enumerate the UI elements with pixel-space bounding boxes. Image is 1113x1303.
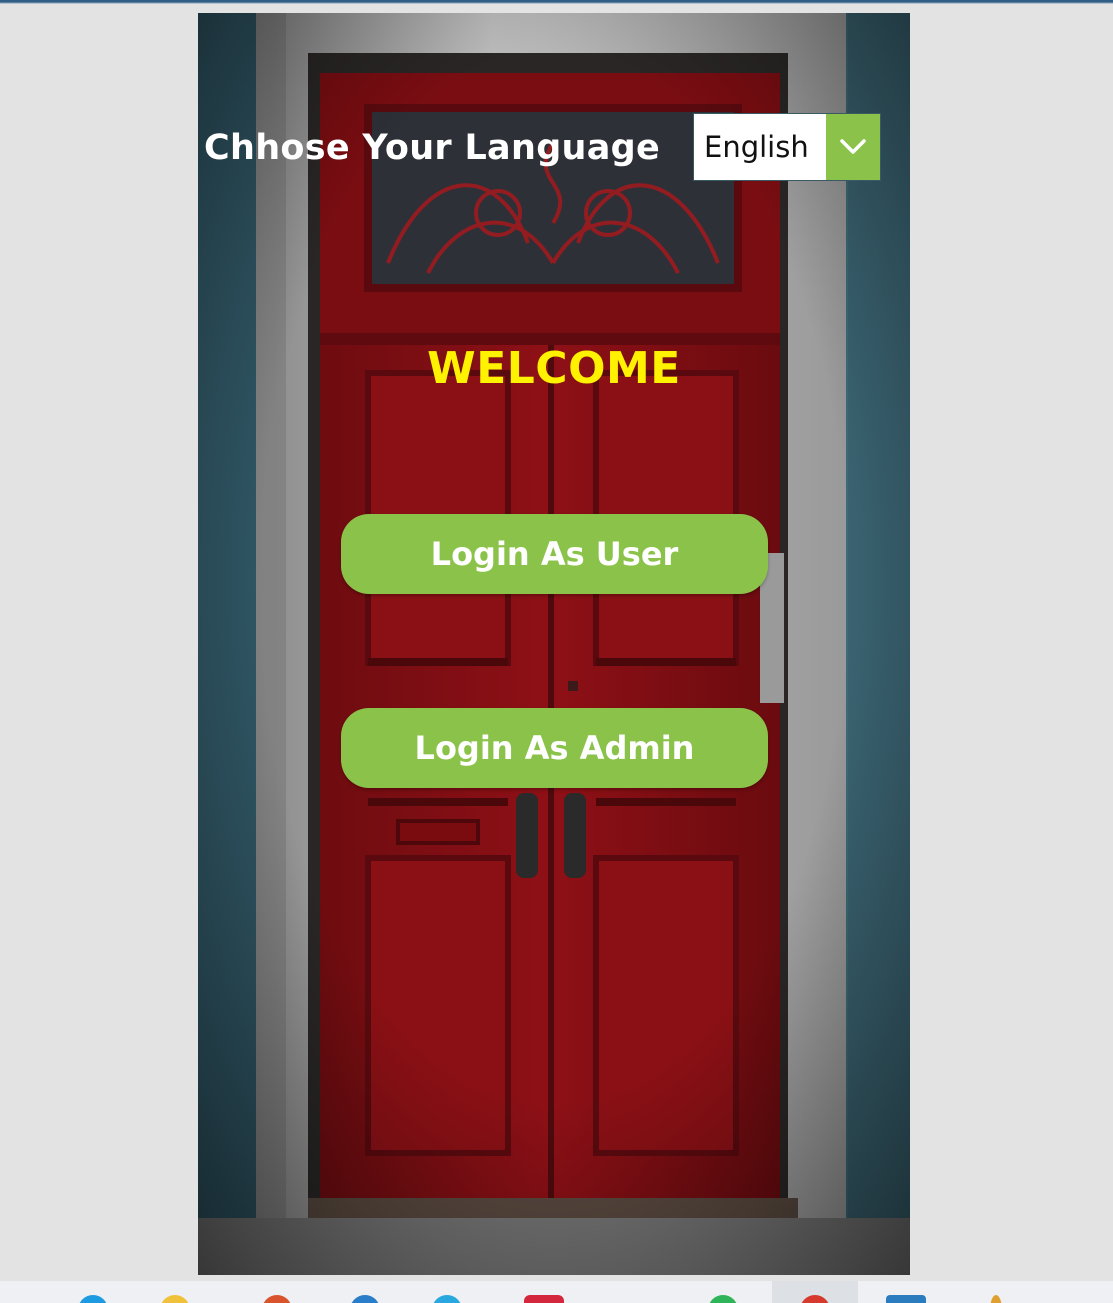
taskbar-app-icon[interactable] (160, 1295, 190, 1303)
door-background-image (198, 13, 910, 1275)
taskbar-app-icon[interactable] (524, 1295, 564, 1303)
taskbar-app-icon[interactable] (262, 1295, 292, 1303)
app-screen: Chhose Your Language English WELCOME Log… (198, 13, 910, 1275)
page: Chhose Your Language English WELCOME Log… (0, 0, 1113, 1303)
window-top-edge (0, 0, 1113, 4)
taskbar-app-icon[interactable] (708, 1295, 738, 1303)
taskbar-app-icon[interactable] (432, 1295, 462, 1303)
language-selected-value: English (704, 130, 809, 164)
taskbar-app-icon[interactable] (990, 1295, 1002, 1303)
language-dropdown[interactable]: English (693, 113, 881, 181)
taskbar-app-icon[interactable] (886, 1295, 926, 1303)
chevron-down-icon[interactable] (826, 114, 880, 180)
taskbar-app-icon[interactable] (350, 1295, 380, 1303)
welcome-heading: WELCOME (427, 343, 681, 394)
language-row: Chhose Your Language (204, 113, 660, 183)
taskbar-app-icon[interactable] (78, 1295, 108, 1303)
language-label: Chhose Your Language (204, 128, 661, 168)
login-as-admin-button[interactable]: Login As Admin (341, 708, 768, 788)
taskbar (0, 1281, 1113, 1303)
login-as-user-button[interactable]: Login As User (341, 514, 768, 594)
